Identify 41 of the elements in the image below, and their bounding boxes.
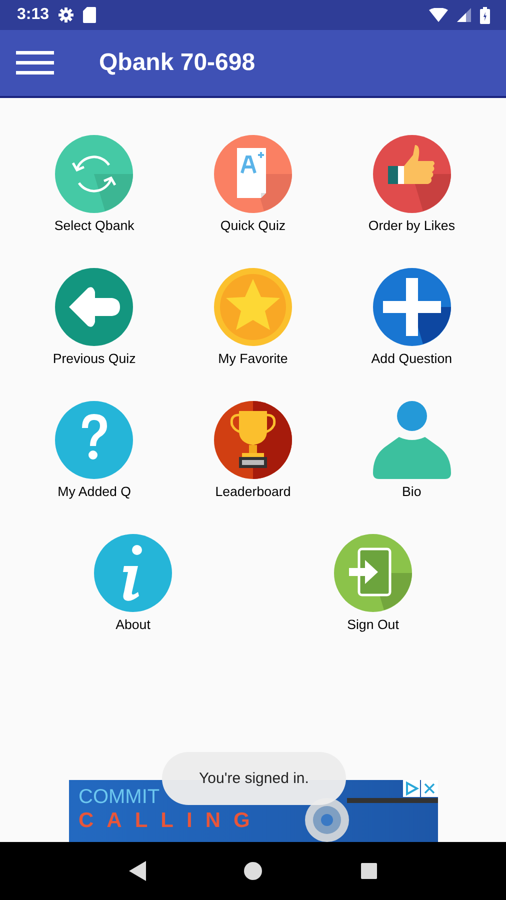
trophy-icon: [214, 401, 292, 479]
thumbs-up-icon: [372, 135, 451, 213]
ad-choices-icon[interactable]: [402, 780, 420, 797]
menu-tile[interactable]: Leaderboard: [214, 401, 292, 499]
back-triangle-icon: [129, 861, 146, 881]
sd-card-icon: [83, 7, 96, 23]
home-button[interactable]: [244, 862, 262, 880]
toast-message: You're signed in.: [162, 752, 346, 805]
question-mark-icon: [55, 401, 134, 479]
back-button[interactable]: [129, 861, 146, 881]
menu-icon: [16, 51, 54, 75]
menu-button[interactable]: [16, 51, 54, 75]
clock-time: 3:13: [17, 6, 50, 24]
battery-icon: [480, 6, 490, 24]
menu-tile[interactable]: Bio: [372, 401, 451, 499]
plus-icon: [372, 268, 451, 346]
ad-tagline: CALLING: [78, 808, 263, 834]
menu-tile[interactable]: Add Question: [371, 268, 452, 366]
refresh-icon: [55, 135, 134, 213]
menu-tile[interactable]: Order by Likes: [368, 135, 455, 233]
menu-tile[interactable]: My Favorite: [214, 268, 292, 366]
home-circle-icon: [244, 862, 262, 880]
ad-headline: COMMIT: [78, 786, 160, 808]
gear-icon: [58, 7, 74, 23]
recents-square-icon: [360, 863, 377, 879]
exit-door-icon: [334, 534, 412, 612]
menu-tile[interactable]: Quick Quiz: [214, 135, 292, 233]
menu-tile[interactable]: Sign Out: [334, 534, 412, 632]
arrow-left-icon: [55, 268, 134, 346]
close-icon[interactable]: [420, 780, 438, 797]
menu-tile[interactable]: Previous Quiz: [52, 268, 136, 366]
menu-tile[interactable]: My Added Q: [55, 401, 134, 499]
wifi-icon: [429, 8, 448, 22]
menu-tile[interactable]: About: [94, 534, 172, 632]
document-icon: [214, 135, 292, 213]
info-icon: [94, 534, 172, 612]
signal-icon: [457, 8, 471, 22]
app-title: Qbank 70-698: [99, 49, 256, 77]
menu-tile[interactable]: Select Qbank: [54, 135, 134, 233]
recents-button[interactable]: [360, 863, 377, 879]
person-icon: [372, 401, 451, 479]
